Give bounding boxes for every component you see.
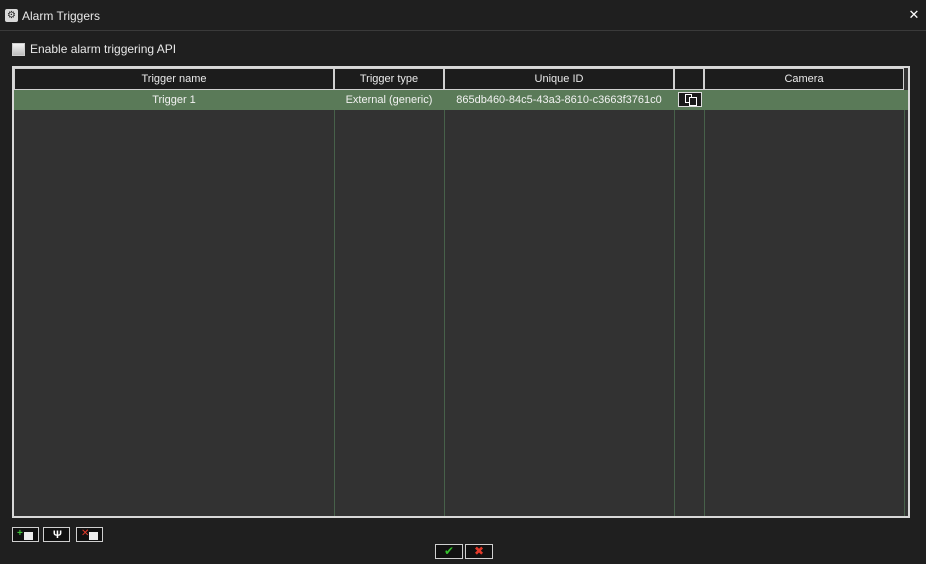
settings-gear-icon: ⚙ — [5, 9, 18, 22]
unique-id-cell[interactable]: 865db460-84c5-43a3-8610-c3663f3761c0 — [444, 90, 674, 110]
copy-icon-front — [689, 97, 697, 106]
add-trigger-icon-box — [24, 532, 33, 540]
close-button[interactable]: ✕ — [908, 8, 920, 21]
delete-trigger-button[interactable]: ✕ — [76, 527, 103, 542]
column-divider — [904, 90, 905, 516]
column-divider — [334, 90, 335, 516]
trigger-type-cell[interactable]: External (generic) — [334, 90, 444, 110]
camera-cell[interactable] — [704, 90, 904, 110]
window-title: Alarm Triggers — [22, 9, 101, 23]
column-divider — [674, 90, 675, 516]
column-divider — [444, 90, 445, 516]
column-header-trigger-type[interactable]: Trigger type — [334, 68, 444, 90]
enable-api-row[interactable]: Enable alarm triggering API — [12, 42, 176, 56]
column-header-copy[interactable] — [674, 68, 704, 90]
column-divider — [704, 90, 705, 516]
column-header-trigger-name[interactable]: Trigger name — [14, 68, 334, 90]
wrench-icon: Ψ — [53, 529, 62, 541]
cancel-button[interactable]: ✖ — [465, 544, 493, 559]
add-trigger-icon: + — [17, 528, 23, 539]
add-trigger-button[interactable]: + — [12, 527, 39, 542]
trigger-name-cell[interactable]: Trigger 1 — [14, 90, 334, 110]
column-header-camera[interactable]: Camera — [704, 68, 904, 90]
column-header-unique-id[interactable]: Unique ID — [444, 68, 674, 90]
triggers-table: Trigger name Trigger type Unique ID Came… — [12, 66, 910, 518]
enable-api-checkbox[interactable] — [12, 42, 25, 56]
enable-api-label[interactable]: Enable alarm triggering API — [30, 42, 176, 56]
ok-button[interactable]: ✔ — [435, 544, 463, 559]
delete-trigger-icon-box — [89, 532, 98, 540]
table-row[interactable]: Trigger 1 External (generic) 865db460-84… — [14, 90, 908, 110]
edit-trigger-button[interactable]: Ψ — [43, 527, 70, 542]
copy-id-button[interactable] — [678, 92, 702, 107]
title-bar: ⚙ Alarm Triggers ✕ — [0, 0, 926, 31]
